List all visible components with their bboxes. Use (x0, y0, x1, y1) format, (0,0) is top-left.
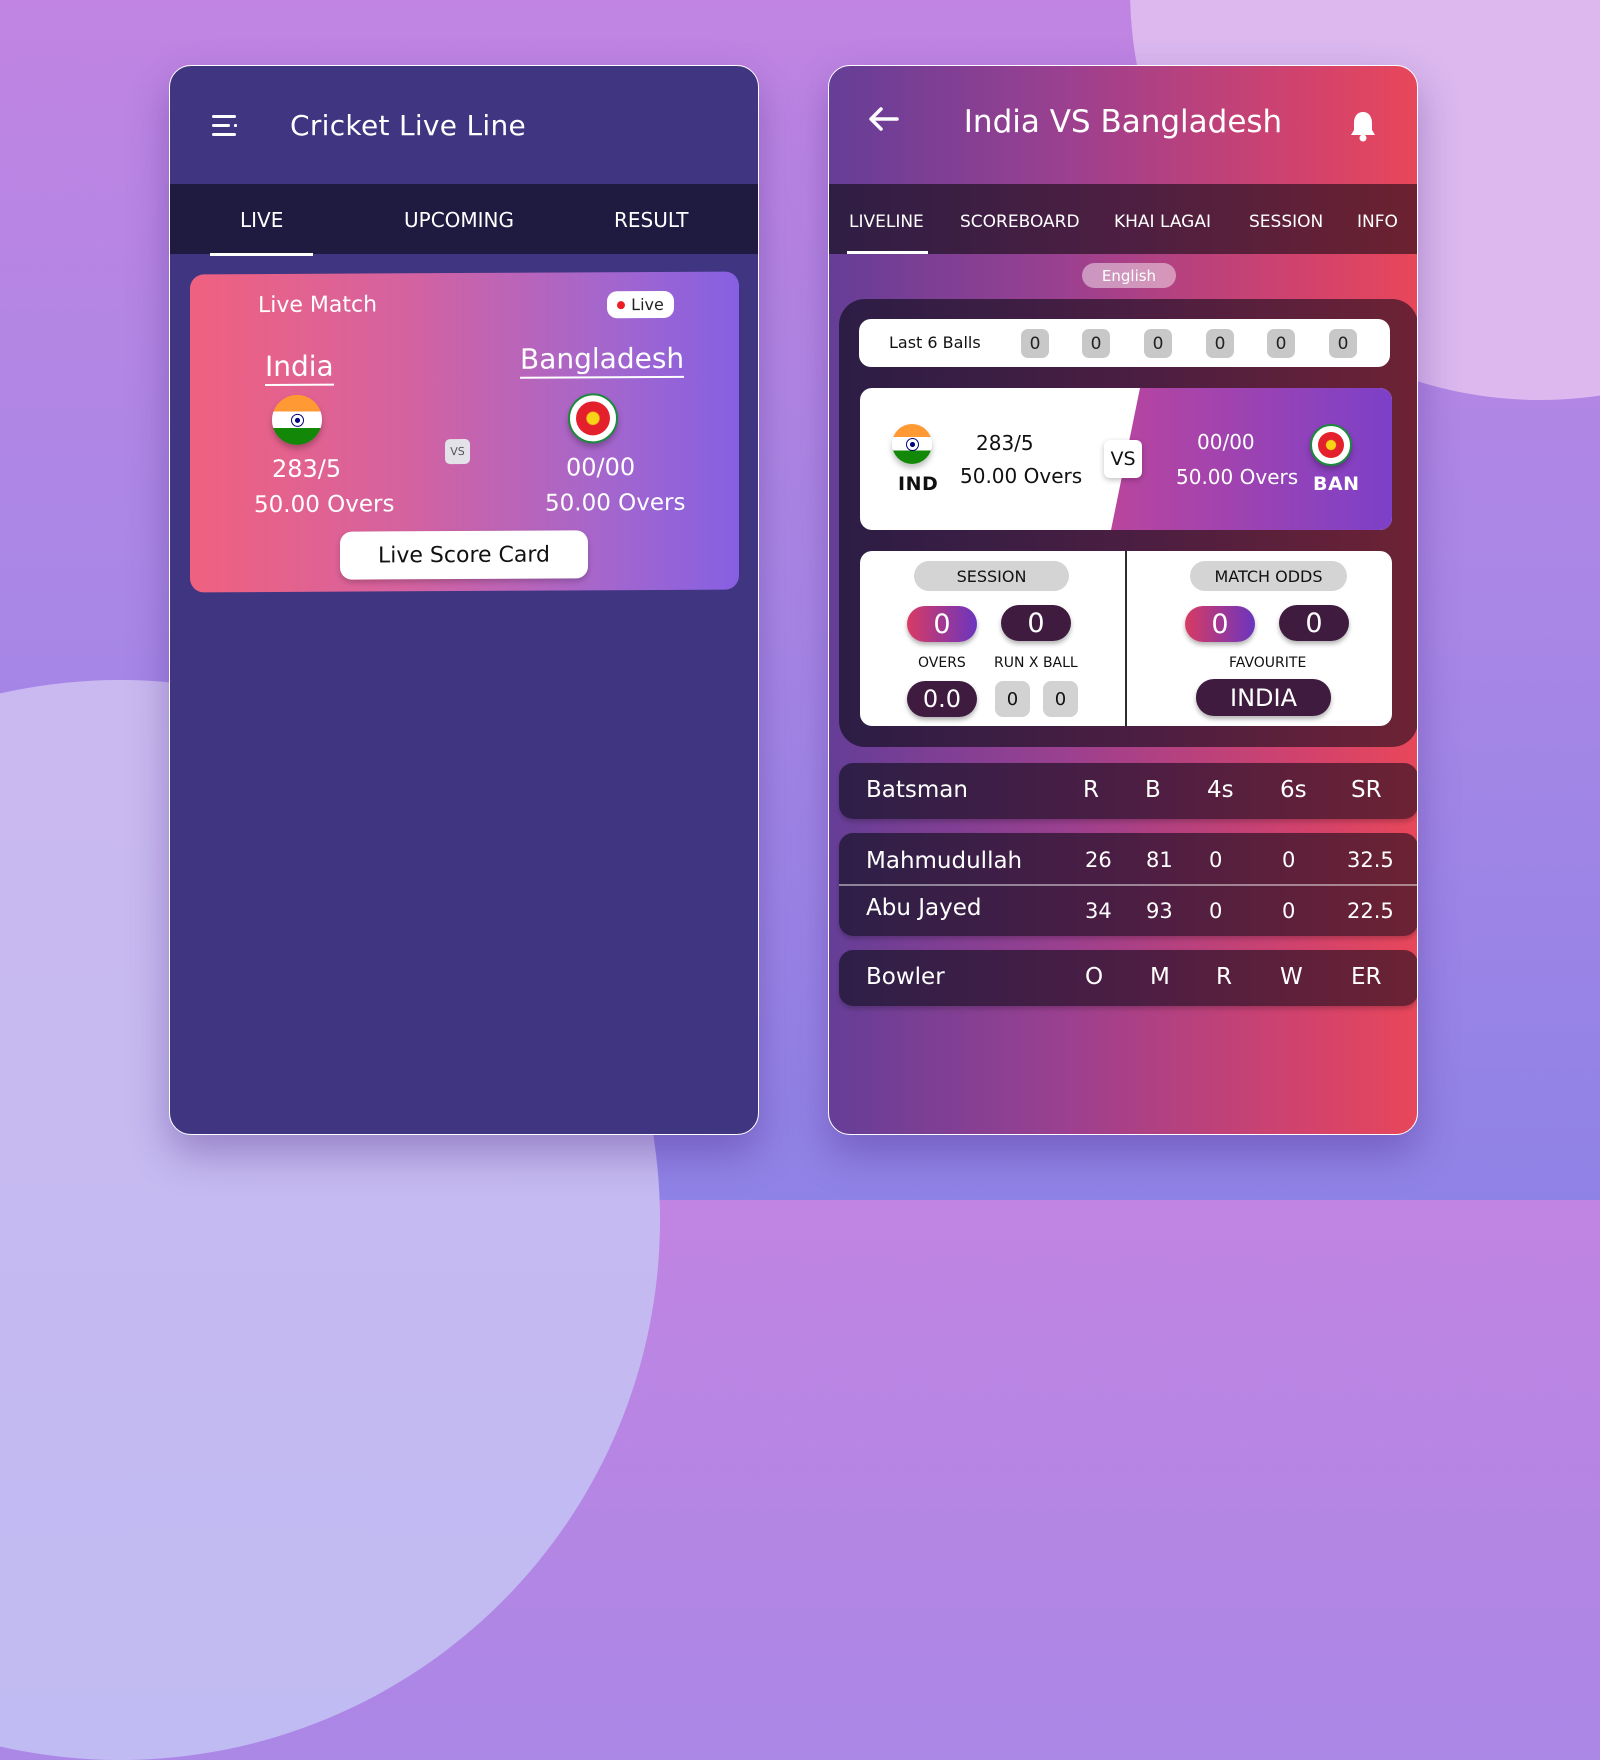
language-toggle[interactable]: English (1082, 263, 1176, 288)
col-header: 4s (1207, 777, 1234, 803)
overs-label: OVERS (918, 655, 966, 671)
batsman-table: Mahmudullah 26 81 0 0 32.5 Abu Jayed 34 … (839, 833, 1417, 936)
ball-chip: 0 (1021, 329, 1049, 358)
team2-overs: 50.00 Overs (545, 489, 686, 517)
app-header: Cricket Live Line (170, 66, 758, 184)
match-tabs: LIVE UPCOMING RESULT (170, 184, 758, 256)
tab-upcoming[interactable]: UPCOMING (404, 208, 514, 232)
bangladesh-emblem-icon (1310, 424, 1352, 466)
team1-score: 283/5 (976, 431, 1034, 455)
team1-overs: 50.00 Overs (254, 491, 395, 519)
team2-score: 00/00 (1197, 430, 1255, 454)
match-detail-screen: India VS Bangladesh LIVELINE SCOREBOARD … (828, 65, 1418, 1135)
strike-rate: 22.5 (1347, 898, 1394, 923)
vs-badge: VS (1104, 440, 1142, 478)
ball-chip: 0 (1206, 329, 1234, 358)
match-odds-title: MATCH ODDS (1190, 561, 1347, 591)
tab-result[interactable]: RESULT (614, 208, 688, 232)
live-score-card-button[interactable]: Live Score Card (340, 530, 588, 580)
tab-live[interactable]: LIVE (209, 208, 314, 256)
sixes: 0 (1282, 848, 1296, 872)
run-x-ball-label: RUN X BALL (994, 655, 1078, 671)
favourite-label: FAVOURITE (1229, 655, 1307, 671)
col-header: O (1085, 964, 1104, 990)
strike-rate: 32.5 (1347, 848, 1394, 872)
match-header: India VS Bangladesh (829, 66, 1417, 184)
session-value-no[interactable]: 0 (1001, 605, 1071, 641)
col-header: SR (1351, 777, 1382, 803)
col-header: Bowler (866, 964, 945, 990)
live-dot-icon (617, 300, 626, 309)
ball-value: 0 (1043, 681, 1078, 717)
hamburger-menu-icon[interactable] (212, 114, 238, 136)
bangladesh-emblem-icon (568, 393, 618, 444)
col-header: M (1150, 964, 1170, 990)
col-header: ER (1351, 964, 1382, 990)
fours: 0 (1209, 848, 1223, 872)
team2-code: BAN (1313, 473, 1360, 495)
india-flag-icon (892, 424, 932, 464)
tab-scoreboard[interactable]: SCOREBOARD (960, 212, 1080, 232)
live-matches-screen: Cricket Live Line LIVE UPCOMING RESULT L… (169, 65, 759, 1135)
batsman-table-header: Batsman R B 4s 6s SR (839, 763, 1417, 819)
ball-chip: 0 (1329, 329, 1357, 358)
balls: 93 (1146, 898, 1173, 923)
last-balls-label: Last 6 Balls (889, 333, 981, 352)
run-value: 0 (995, 681, 1030, 717)
team2-score: 00/00 (566, 453, 636, 482)
overs-value: 0.0 (907, 681, 977, 717)
tab-khai-lagai[interactable]: KHAI LAGAI (1114, 212, 1211, 232)
tab-info[interactable]: INFO (1357, 212, 1398, 232)
vs-badge: VS (445, 438, 470, 465)
tab-session[interactable]: SESSION (1249, 212, 1323, 232)
ball-chip: 0 (1267, 329, 1295, 358)
session-title: SESSION (914, 561, 1069, 591)
detail-tabs: LIVELINE SCOREBOARD KHAI LAGAI SESSION I… (829, 184, 1417, 254)
team1-name[interactable]: India (265, 349, 334, 387)
batsman-name: Abu Jayed (866, 894, 982, 921)
runs: 34 (1085, 898, 1112, 923)
live-badge-text: Live (631, 294, 664, 315)
team1-overs: 50.00 Overs (960, 464, 1083, 488)
team-score-card: IND 283/5 50.00 Overs VS 00/00 50.00 Ove… (860, 388, 1392, 530)
app-title: Cricket Live Line (290, 108, 527, 142)
col-header: W (1280, 964, 1303, 990)
col-header: B (1145, 777, 1161, 803)
ball-chip: 0 (1082, 329, 1110, 358)
ball-chip: 0 (1144, 329, 1172, 358)
bell-icon[interactable] (1349, 110, 1377, 142)
col-header: Batsman (866, 777, 968, 803)
odds-value-lay[interactable]: 0 (1279, 605, 1349, 641)
odds-value-back[interactable]: 0 (1185, 606, 1255, 642)
table-row[interactable]: Abu Jayed 34 93 0 0 22.5 (839, 886, 1417, 936)
runs: 26 (1085, 848, 1112, 872)
sixes: 0 (1282, 898, 1296, 923)
live-summary-panel: Last 6 Balls 0 0 0 0 0 0 IND 283/5 50.00… (839, 299, 1417, 747)
last-six-balls: Last 6 Balls 0 0 0 0 0 0 (859, 319, 1390, 367)
balls: 81 (1146, 848, 1173, 872)
batsman-name: Mahmudullah (866, 848, 1023, 874)
tab-liveline[interactable]: LIVELINE (847, 212, 928, 254)
bowler-table-header: Bowler O M R W ER (839, 950, 1417, 1006)
session-value-yes[interactable]: 0 (907, 606, 977, 642)
live-match-card[interactable]: Live Match Live India Bangladesh VS 283/… (190, 271, 739, 593)
favourite-value: INDIA (1196, 679, 1331, 716)
fours: 0 (1209, 898, 1223, 923)
divider (1125, 551, 1127, 726)
col-header: R (1083, 777, 1099, 803)
table-row[interactable]: Mahmudullah 26 81 0 0 32.5 (839, 833, 1417, 884)
team1-code: IND (898, 473, 939, 495)
live-match-label: Live Match (258, 292, 378, 319)
session-odds-card: SESSION 0 0 OVERS RUN X BALL 0.0 0 0 MAT… (860, 551, 1392, 726)
match-title: India VS Bangladesh (963, 104, 1283, 140)
team1-score: 283/5 (272, 454, 342, 484)
live-badge: Live (607, 290, 674, 319)
col-header: R (1216, 964, 1232, 990)
col-header: 6s (1280, 777, 1307, 803)
team2-overs: 50.00 Overs (1176, 465, 1299, 489)
india-flag-icon (272, 394, 322, 446)
team2-name[interactable]: Bangladesh (520, 341, 685, 379)
